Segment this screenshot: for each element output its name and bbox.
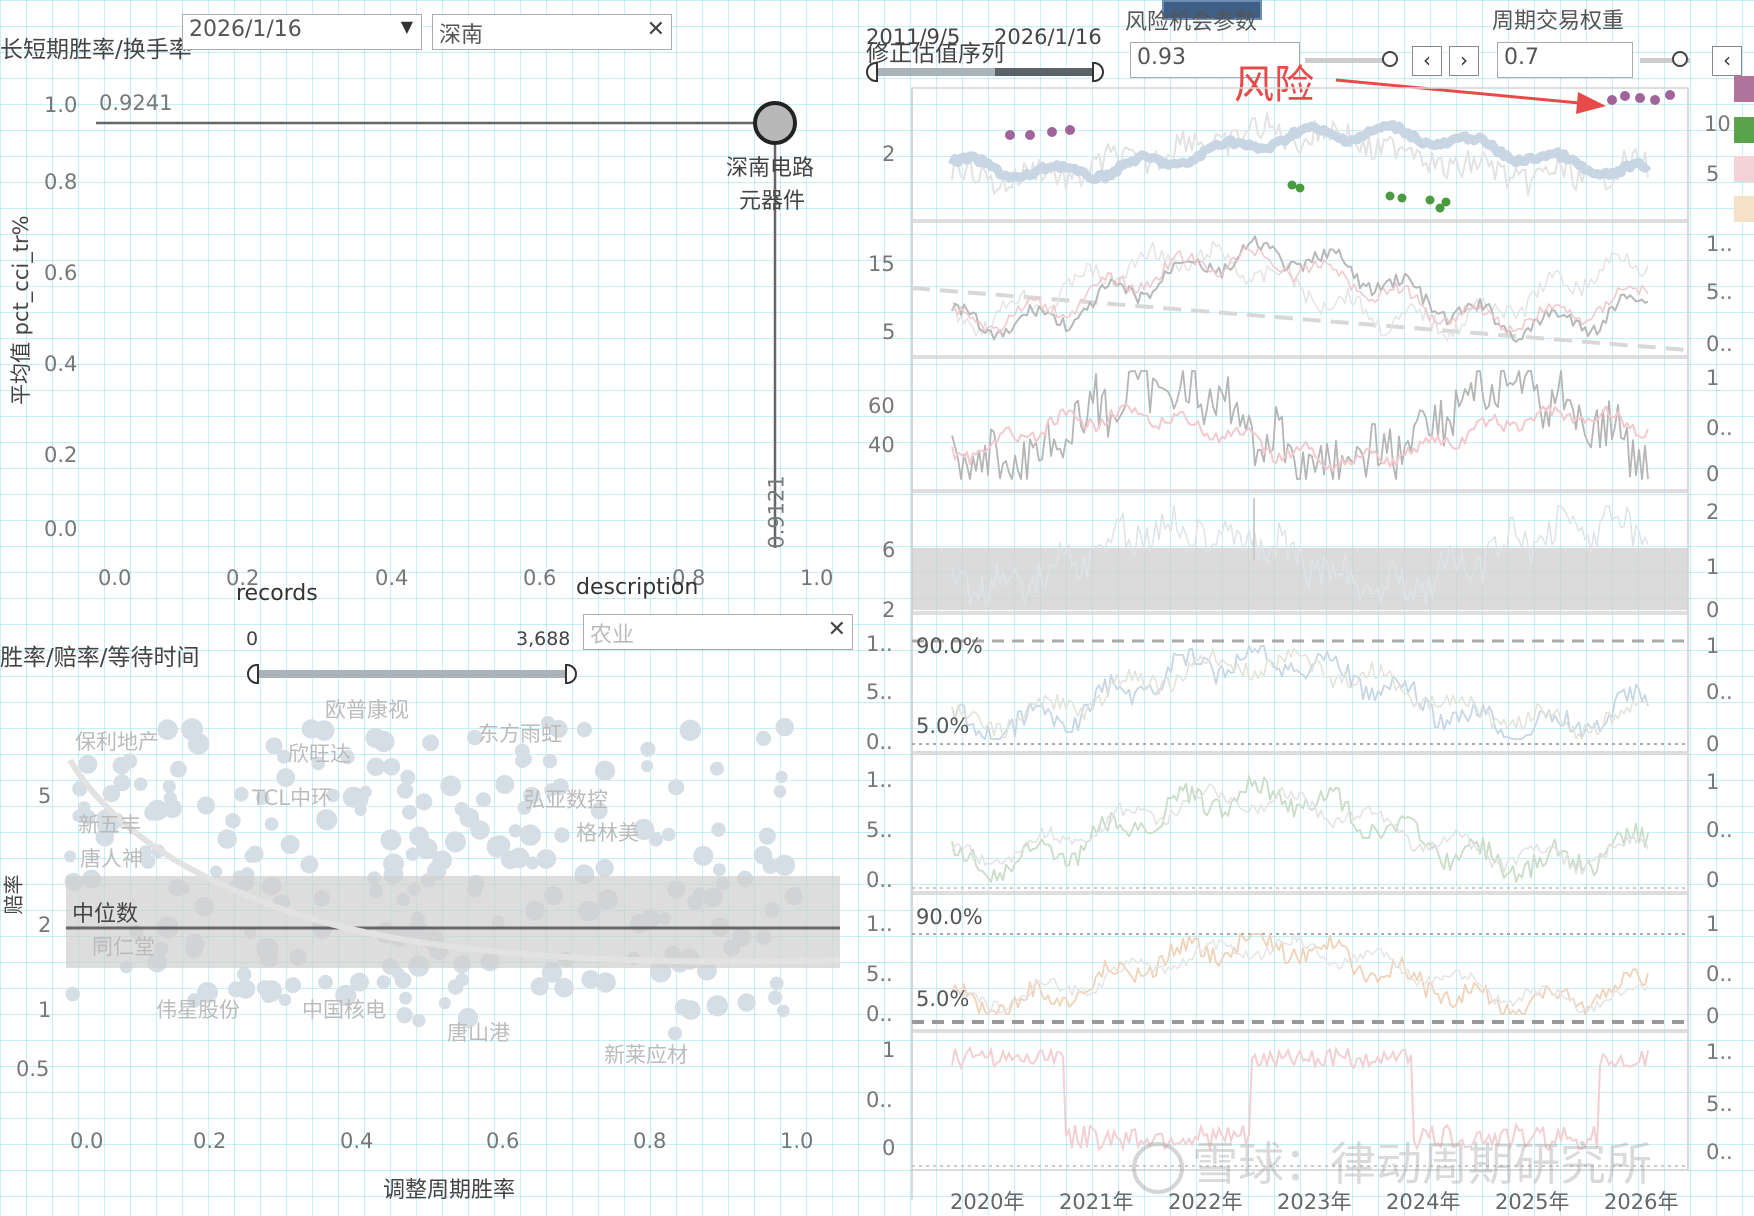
panel2-left-tick: 15 [868,252,895,276]
panel2-right-tick: 5.. [1706,280,1733,304]
panel3-right-tick: 1 [1706,366,1720,390]
panel6-right-tick: 1 [1706,770,1720,794]
panel6-left-tick: 1.. [866,768,893,792]
panel5-left-tick: 0.. [866,730,893,754]
panel4-left-tick: 6 [882,538,896,562]
panel7-left-tick: 0.. [866,1002,893,1026]
panel7-right-tick: 0.. [1706,962,1733,986]
watermark: 雪球：律动周期研究所 [1132,1128,1652,1194]
panel8-left-tick: 1 [882,1038,896,1062]
panel-frame [911,753,1689,893]
panel5-right-tick: 0.. [1706,680,1733,704]
panel4-right-tick: 2 [1706,500,1720,524]
time-series-panels [911,87,1689,1200]
panel6-right-tick: 0.. [1706,818,1733,842]
risk-point [1620,91,1630,101]
panel2-left-tick: 5 [882,320,896,344]
series-line [951,645,1649,740]
range-band [912,548,1688,610]
series-line [951,783,1649,876]
opportunity-point [1425,195,1435,205]
panel5-right-tick: 0 [1706,732,1720,756]
panel7-left-tick: 1.. [866,912,893,936]
panel1-right-tick: 5 [1706,162,1720,186]
risk-point [1065,125,1075,135]
panel7-ref-top: 90.0% [916,905,983,929]
panel7-right-tick: 1 [1706,912,1720,936]
risk-point [1650,95,1660,105]
series-line [951,370,1649,480]
panel8-left-tick: 0 [882,1136,896,1160]
panel3-left-tick: 40 [868,433,895,457]
panel8-right-tick: 0.. [1706,1140,1733,1164]
opportunity-point [1397,193,1407,203]
panel6-left-tick: 5.. [866,818,893,842]
watermark-logo-icon [1132,1141,1184,1194]
panel5-ref-top: 90.0% [916,634,983,658]
panel7-right-tick: 0 [1706,1004,1720,1028]
opportunity-point [1287,180,1297,190]
panel8-right-tick: 5.. [1706,1092,1733,1116]
risk-point [1635,93,1645,103]
panel7-left-tick: 5.. [866,962,893,986]
panel5-left-tick: 5.. [866,680,893,704]
year-label: 2020年 [950,1190,1025,1214]
panel4-right-tick: 1 [1706,555,1720,579]
panel3-right-tick: 0.. [1706,416,1733,440]
panel-frame [911,221,1689,357]
panel3-left-tick: 60 [868,394,895,418]
risk-point [1047,127,1057,137]
series-line [951,647,1649,740]
panel2-right-tick: 1.. [1706,232,1733,256]
year-label: 2021年 [1059,1190,1134,1214]
panel1-left-tick: 2 [882,142,896,166]
panel4-left-tick: 2 [882,598,896,622]
panel4-right-tick: 0 [1706,598,1720,622]
risk-point [1665,90,1675,100]
series-line [951,933,1649,1015]
risk-point [1025,130,1035,140]
panel2-right-tick: 0.. [1706,332,1733,356]
risk-point [1005,130,1015,140]
opportunity-point [1385,191,1395,201]
opportunity-point [1441,197,1451,207]
watermark-text: 雪球：律动周期研究所 [1192,1137,1652,1191]
panel6-left-tick: 0.. [866,868,893,892]
opportunity-point [1295,183,1305,193]
panel6-right-tick: 0 [1706,868,1720,892]
panel7-ref-bottom: 5.0% [916,987,970,1011]
panel5-right-tick: 1 [1706,634,1720,658]
series-line [951,403,1649,472]
panel3-right-tick: 0 [1706,462,1720,486]
risk-point [1607,95,1617,105]
panel8-right-tick: 1.. [1706,1040,1733,1064]
panel5-ref-bottom: 5.0% [916,714,970,738]
panel8-left-tick: 0.. [866,1088,893,1112]
panel1-right-tick: 10 [1704,112,1731,136]
panel5-left-tick: 1.. [866,632,893,656]
